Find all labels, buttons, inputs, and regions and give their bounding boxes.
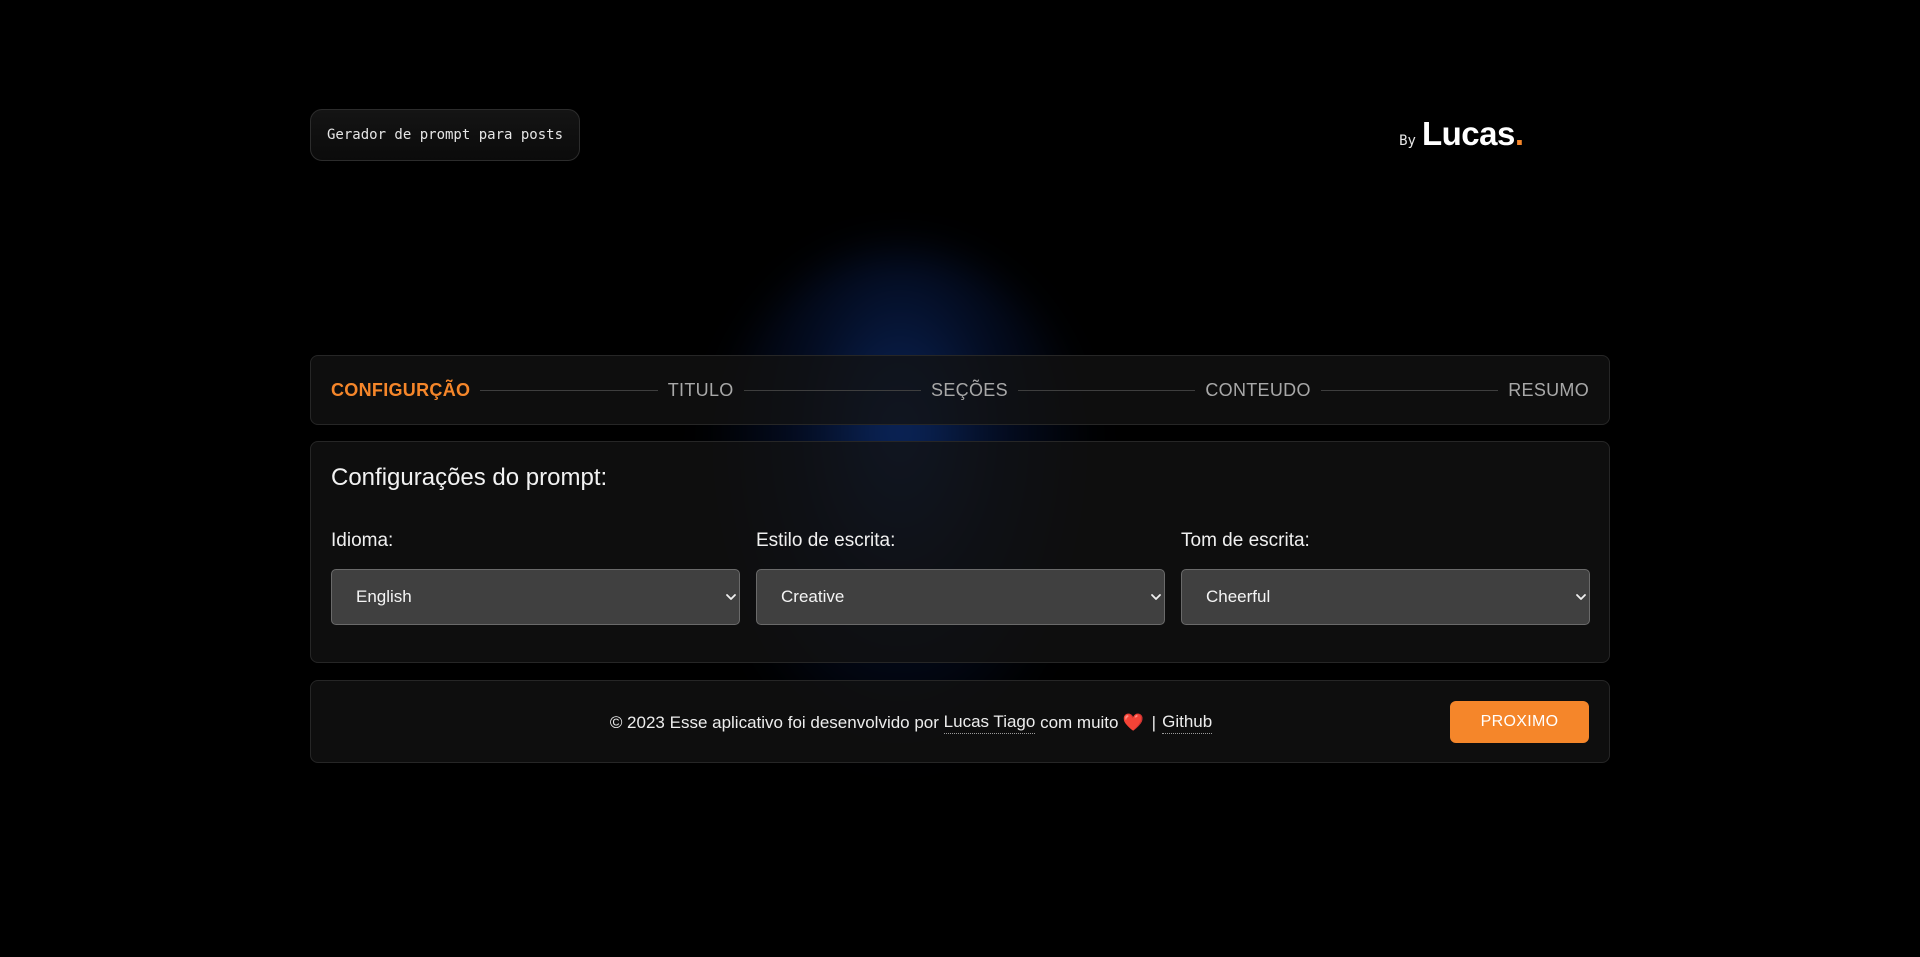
step-connector xyxy=(743,389,922,391)
heart-icon: ❤️ xyxy=(1122,712,1144,732)
language-field: Idioma: English xyxy=(331,530,740,625)
writing-tone-label: Tom de escrita: xyxy=(1181,530,1310,551)
app-title-badge: Gerador de prompt para posts xyxy=(310,109,581,161)
step-connector xyxy=(1320,389,1499,391)
step-secoes[interactable]: SEÇÕES xyxy=(931,380,1008,401)
language-select-value: English xyxy=(356,587,412,606)
language-label: Idioma: xyxy=(331,530,394,551)
writing-style-select-value: Creative xyxy=(781,587,845,606)
chevron-down-icon xyxy=(726,594,736,600)
step-resumo[interactable]: RESUMO xyxy=(1508,380,1589,401)
header: Gerador de prompt para posts By Lucas . xyxy=(310,109,1610,163)
config-title: Configurações do prompt: xyxy=(331,464,608,491)
footer-credits: © 2023 Esse aplicativo foi desenvolvido … xyxy=(311,681,1511,764)
step-titulo[interactable]: TITULO xyxy=(668,380,734,401)
brand-dot: . xyxy=(1514,115,1524,152)
credits-text: © 2023 Esse aplicativo foi desenvolvido … xyxy=(609,712,939,732)
writing-style-field: Estilo de escrita: Creative xyxy=(756,530,1165,625)
step-connector xyxy=(1017,389,1196,391)
chevron-down-icon xyxy=(1576,594,1586,600)
language-select[interactable]: English xyxy=(331,569,740,625)
app-title: Gerador de prompt para posts xyxy=(327,127,564,143)
progress-stepper: CONFIGURÇÃO TITULO SEÇÕES CONTEUDO RESUM… xyxy=(310,355,1610,425)
github-link[interactable]: Github xyxy=(1162,712,1213,734)
prompt-config-panel: Configurações do prompt: Idioma: English… xyxy=(310,441,1610,663)
chevron-down-icon xyxy=(1151,594,1161,600)
writing-tone-field: Tom de escrita: Cheerful xyxy=(1181,530,1590,625)
footer-bar: © 2023 Esse aplicativo foi desenvolvido … xyxy=(310,680,1610,763)
step-configuracao[interactable]: CONFIGURÇÃO xyxy=(331,380,470,401)
brand-prefix: By xyxy=(1399,133,1416,149)
writing-style-select[interactable]: Creative xyxy=(756,569,1165,625)
step-connector xyxy=(480,389,658,391)
author-link[interactable]: Lucas Tiago xyxy=(943,712,1036,734)
writing-style-label: Estilo de escrita: xyxy=(756,530,896,551)
writing-tone-select[interactable]: Cheerful xyxy=(1181,569,1590,625)
step-conteudo[interactable]: CONTEUDO xyxy=(1205,380,1310,401)
brand-name: Lucas xyxy=(1421,115,1515,152)
credits-middle-text: com muito xyxy=(1040,712,1119,732)
footer-separator: | xyxy=(1151,712,1157,732)
page: Gerador de prompt para posts By Lucas . … xyxy=(0,0,1920,957)
brand-logo: By Lucas . xyxy=(1399,115,1524,153)
writing-tone-select-value: Cheerful xyxy=(1206,587,1271,606)
next-button[interactable]: PROXIMO xyxy=(1450,701,1589,743)
